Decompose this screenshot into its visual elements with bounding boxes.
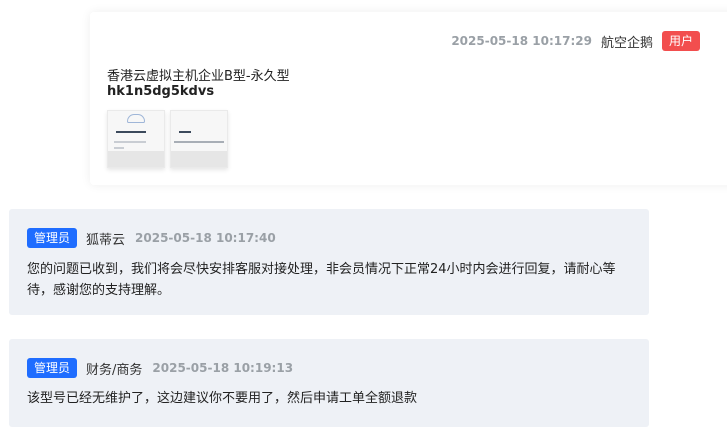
admin-reply-card: 管理员 狐蒂云 2025-05-18 10:17:40 您的问题已收到，我们将会… (9, 209, 649, 315)
attachment-thumbnail-1[interactable] (107, 110, 165, 168)
user-message-timestamp: 2025-05-18 10:17:29 (451, 34, 592, 48)
admin-role-badge: 管理员 (27, 228, 78, 248)
admin-reply-header: 管理员 狐蒂云 2025-05-18 10:17:40 (27, 228, 276, 248)
user-message-account: hk1n5dg5kdvs (107, 84, 215, 99)
user-message-product: 香港云虚拟主机企业B型-永久型 (107, 69, 290, 84)
user-message-author: 航空企鹅 (600, 35, 653, 51)
admin-reply-author: 狐蒂云 (86, 232, 126, 248)
admin-role-badge: 管理员 (27, 358, 78, 378)
user-role-badge: 用户 (661, 31, 700, 51)
admin-reply-text: 该型号已经无维护了，这边建议你不要用了，然后申请工单全额退款 (27, 391, 418, 406)
user-message-card: 2025-05-18 10:17:29 航空企鹅 用户 香港云虚拟主机企业B型-… (90, 12, 727, 185)
attachment-thumbnail-2[interactable] (170, 110, 228, 168)
admin-reply-author: 财务/商务 (86, 362, 143, 378)
admin-reply-card: 管理员 财务/商务 2025-05-18 10:19:13 该型号已经无维护了，… (9, 339, 649, 427)
admin-reply-text: 您的问题已收到，我们将会尽快安排客服对接处理，非会员情况下正常24小时内会进行回… (27, 262, 616, 298)
admin-reply-timestamp: 2025-05-18 10:19:13 (152, 361, 294, 375)
ticket-conversation: 2025-05-18 10:17:29 航空企鹅 用户 香港云虚拟主机企业B型-… (0, 0, 727, 434)
user-message-meta: 2025-05-18 10:17:29 航空企鹅 用户 (451, 31, 700, 51)
admin-reply-header: 管理员 财务/商务 2025-05-18 10:19:13 (27, 358, 293, 378)
thumbnail-cloud-icon (127, 114, 145, 123)
admin-reply-timestamp: 2025-05-18 10:17:40 (135, 231, 276, 245)
